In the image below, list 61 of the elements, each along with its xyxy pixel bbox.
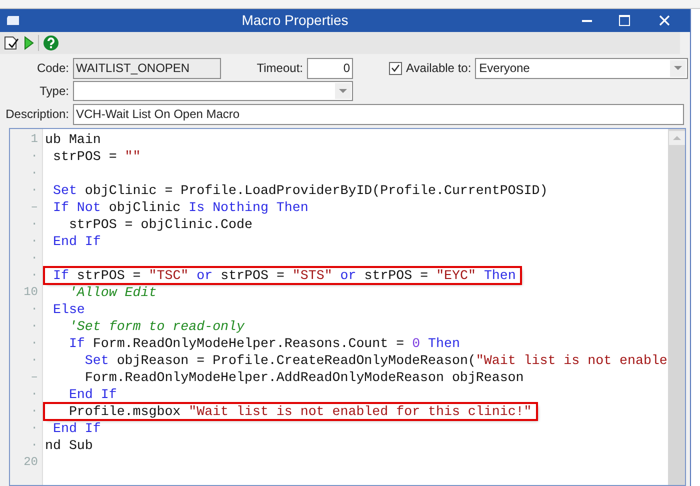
code-line: Else [52, 302, 85, 317]
line-number: – [30, 369, 39, 386]
window-icon [6, 15, 20, 26]
line-number: · [30, 335, 39, 352]
code-line: ub Main [45, 132, 101, 147]
line-number: · [30, 437, 39, 454]
available-checkbox[interactable] [389, 62, 402, 74]
type-dropdown[interactable] [73, 81, 353, 101]
available-value: Everyone [478, 60, 531, 77]
code-line: strPOS = "" [52, 149, 141, 164]
timeout-field[interactable]: 0 [307, 58, 353, 78]
dropdown-arrow-icon [674, 66, 682, 70]
line-number: · [30, 318, 39, 335]
maximize-icon [618, 15, 630, 26]
line-number: · [30, 233, 39, 250]
help-icon[interactable] [43, 35, 59, 51]
window-title: Macro Properties [240, 11, 350, 30]
line-number: · [30, 386, 39, 403]
code-line: If Form.ReadOnlyModeHelper.Reasons.Count = 0 Then [68, 336, 460, 351]
code-line: 'Allow Edit [68, 285, 157, 300]
line-number: · [30, 182, 39, 199]
code-field[interactable]: WAITLIST_ONOPEN [73, 58, 221, 78]
line-number: · [30, 403, 39, 420]
dropdown-arrow-icon [339, 89, 347, 93]
run-icon[interactable] [24, 36, 34, 50]
code-editor[interactable] [9, 128, 686, 486]
code-line: strPOS = objClinic.Code [68, 217, 252, 232]
document-check-icon[interactable] [4, 36, 20, 50]
highlighted-code-line: Profile.msgbox "Wait list is not enabled for this clinic!" [45, 404, 536, 419]
code-line: If Not objClinic Is Nothing Then [52, 200, 308, 215]
code-line: Set objReason = Profile.CreateReadOnlyModeReason("Wait list is not enable [84, 353, 668, 368]
code-line: End If [68, 387, 117, 402]
line-number: · [30, 352, 39, 369]
line-number: · [30, 216, 39, 233]
line-number: · [30, 420, 39, 437]
line-number: · [30, 250, 39, 267]
minimize-icon [582, 20, 592, 22]
scrollbar[interactable] [668, 129, 685, 485]
description-label: Description: [4, 106, 70, 123]
available-dropdown[interactable]: Everyone [475, 58, 688, 78]
line-number: 1 [30, 131, 39, 148]
code-line: Form.ReadOnlyModeHelper.AddReadOnlyModeReason objReason [84, 370, 524, 385]
line-number: – [30, 199, 39, 216]
highlighted-code-line: If strPOS = "TSC" or strPOS = "STS" or strPOS = "EYC" Then [45, 268, 520, 283]
line-number: 10 [22, 284, 39, 301]
timeout-label: Timeout: [256, 60, 304, 77]
line-number: · [30, 165, 39, 182]
line-number: · [30, 301, 39, 318]
line-number: · [30, 267, 39, 284]
line-number: 20 [22, 454, 39, 471]
code-line: End If [52, 421, 101, 436]
code-line: nd Sub [45, 438, 93, 453]
code-line: 'Set form to read-only [68, 319, 244, 334]
type-label: Type: [38, 83, 70, 100]
code-line: End If [52, 234, 101, 249]
line-number: · [30, 148, 39, 165]
available-label: Available to: [406, 60, 472, 77]
code-label: Code: [36, 60, 70, 77]
description-field[interactable]: VCH-Wait List On Open Macro [73, 104, 684, 124]
code-line: Set objClinic = Profile.LoadProviderByID(Profile.CurrentPOSID) [52, 183, 548, 198]
close-icon [658, 15, 670, 26]
